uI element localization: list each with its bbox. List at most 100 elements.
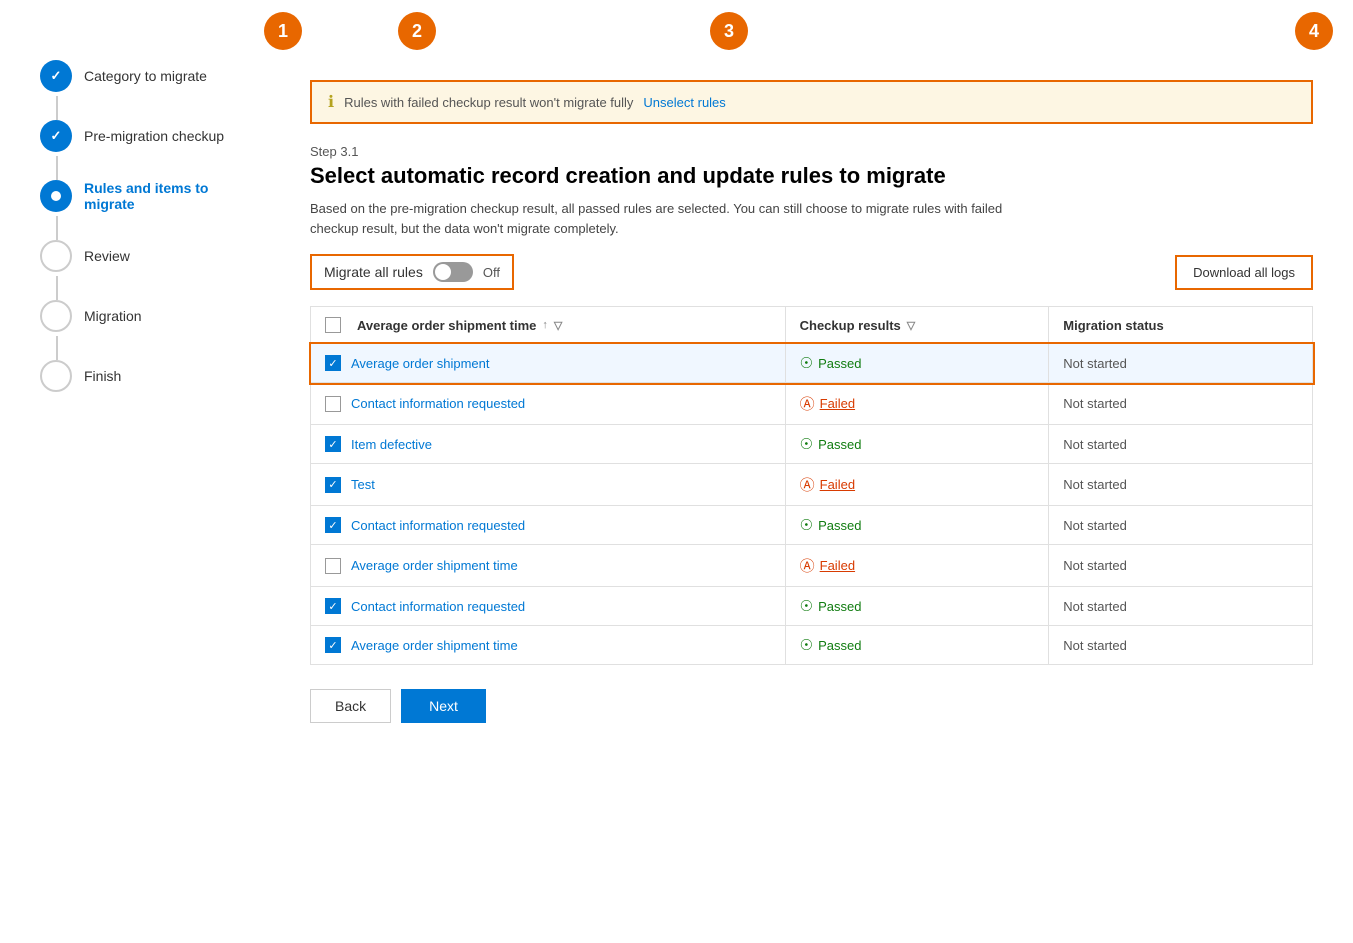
back-button[interactable]: Back [310, 689, 391, 723]
filter-icon-checkup[interactable]: ▽ [907, 319, 915, 332]
sidebar-step-rules[interactable]: Rules and items to migrate [40, 180, 250, 212]
step-circle-finish [40, 360, 72, 392]
table-row: ✓ Contact information requested ☉ Passed Not… [311, 587, 1313, 626]
failed-icon: Ⓐ [800, 393, 815, 414]
step-label-category: Category to migrate [84, 68, 207, 84]
rule-name-3[interactable]: Item defective [351, 437, 432, 452]
migration-status-3: Not started [1049, 425, 1313, 464]
info-icon: ℹ [328, 92, 334, 112]
unselect-rules-link[interactable]: Unselect rules [643, 95, 725, 110]
step-title: Select automatic record creation and upd… [310, 163, 1313, 189]
step-label-finish: Finish [84, 368, 121, 384]
passed-icon: ☉ [800, 636, 813, 654]
step-label-pre-migration: Pre-migration checkup [84, 128, 224, 144]
migration-status-8: Not started [1049, 626, 1313, 665]
callout-banner: ℹ Rules with failed checkup result won't… [310, 80, 1313, 124]
checkup-status-6: Ⓐ Failed [800, 555, 1035, 576]
checkup-status-2: Ⓐ Failed [800, 393, 1035, 414]
migrate-toggle-group: Migrate all rules Off [310, 254, 514, 290]
migration-status-1: Not started [1049, 344, 1313, 383]
step-label-migration: Migration [84, 308, 142, 324]
rule-name-1[interactable]: Average order shipment [351, 356, 490, 371]
migrate-all-label: Migrate all rules [324, 264, 423, 280]
migration-status-7: Not started [1049, 587, 1313, 626]
step-circle-pre-migration: ✓ [40, 120, 72, 152]
main-content: 1 2 3 4 ℹ Rules with failed checkup resu… [280, 0, 1353, 943]
rule-name-2[interactable]: Contact information requested [351, 396, 525, 411]
sidebar: ✓ Category to migrate ✓ Pre-migration check… [0, 0, 280, 943]
step-circle-category: ✓ [40, 60, 72, 92]
migration-status-6: Not started [1049, 545, 1313, 587]
row-checkbox-8[interactable]: ✓ [325, 637, 341, 653]
rule-name-6[interactable]: Average order shipment time [351, 558, 518, 573]
sidebar-step-category[interactable]: ✓ Category to migrate [40, 60, 250, 92]
row-checkbox-5[interactable]: ✓ [325, 517, 341, 533]
failed-link[interactable]: Failed [820, 477, 855, 492]
checkup-label: Passed [818, 638, 861, 653]
col-checkup-label: Checkup results [800, 318, 901, 333]
toggle-state-label: Off [483, 265, 500, 280]
sidebar-step-finish[interactable]: Finish [40, 360, 250, 392]
row-checkbox-2[interactable] [325, 396, 341, 412]
callout-number-1: 1 [264, 12, 302, 50]
step-circle-migration [40, 300, 72, 332]
migrate-toggle[interactable] [433, 262, 473, 282]
col-header-rule: Average order shipment time ↑ ▽ [311, 307, 786, 344]
checkup-status-3: ☉ Passed [800, 435, 1035, 453]
step-label-review: Review [84, 248, 130, 264]
failed-icon: Ⓐ [800, 555, 815, 576]
row-checkbox-4[interactable]: ✓ [325, 477, 341, 493]
rule-name-7[interactable]: Contact information requested [351, 599, 525, 614]
col-header-checkup: Checkup results ▽ [785, 307, 1049, 344]
step-header: Step 3.1 Select automatic record creatio… [310, 144, 1313, 238]
table-row: ✓ Average order shipment ☉Passed Not starte… [311, 344, 1313, 383]
step-number: Step 3.1 [310, 144, 1313, 159]
sidebar-step-review[interactable]: Review [40, 240, 250, 272]
migration-status-5: Not started [1049, 506, 1313, 545]
next-button[interactable]: Next [401, 689, 486, 723]
passed-icon: ☉ [800, 516, 813, 534]
rule-name-8[interactable]: Average order shipment time [351, 638, 518, 653]
table-row: ✓ Average order shipment time ☉ Passed Not s… [311, 626, 1313, 665]
step-circle-rules [40, 180, 72, 212]
row-checkbox-6[interactable] [325, 558, 341, 574]
row-checkbox-3[interactable]: ✓ [325, 436, 341, 452]
checkup-label: Passed [818, 599, 861, 614]
row-checkbox-1[interactable]: ✓ [325, 355, 341, 371]
migration-status-2: Not started [1049, 383, 1313, 425]
rule-name-5[interactable]: Contact information requested [351, 518, 525, 533]
callout-message: Rules with failed checkup result won't m… [344, 95, 633, 110]
callout-number-4: 4 [1295, 12, 1333, 50]
passed-icon: ☉ [800, 597, 813, 615]
callout-number-3: 3 [710, 12, 748, 50]
checkup-status-5: ☉ Passed [800, 516, 1035, 534]
footer-buttons: Back Next [310, 689, 1313, 723]
rule-name-4[interactable]: Test [351, 477, 375, 492]
table-row: ✓ Contact information requested ☉ Passed Not… [311, 506, 1313, 545]
checkup-status-1: ☉Passed [800, 354, 1035, 372]
sidebar-step-pre-migration[interactable]: ✓ Pre-migration checkup [40, 120, 250, 152]
sort-icon[interactable]: ↑ [542, 319, 548, 331]
sidebar-step-migration[interactable]: Migration [40, 300, 250, 332]
col-header-status: Migration status [1049, 307, 1313, 344]
checkup-status-4: ⒶFailed [800, 474, 1035, 495]
failed-link[interactable]: Failed [820, 396, 855, 411]
table-row: ✓ Item defective ☉ Passed Not started [311, 425, 1313, 464]
table-row: Average order shipment time Ⓐ Failed Not st… [311, 545, 1313, 587]
select-all-checkbox[interactable] [325, 317, 341, 333]
passed-icon: ☉ [800, 435, 813, 453]
checkup-label: Passed [818, 437, 861, 452]
checkup-label: Passed [818, 518, 861, 533]
rules-table: Average order shipment time ↑ ▽ Checkup … [310, 306, 1313, 665]
checkup-status-7: ☉ Passed [800, 597, 1035, 615]
row-checkbox-7[interactable]: ✓ [325, 598, 341, 614]
failed-link[interactable]: Failed [820, 558, 855, 573]
step-label-rules: Rules and items to migrate [84, 180, 250, 212]
step-circle-review [40, 240, 72, 272]
table-header-row: Average order shipment time ↑ ▽ Checkup … [311, 307, 1313, 344]
filter-icon-rule[interactable]: ▽ [554, 319, 562, 332]
callout-number-2: 2 [398, 12, 436, 50]
download-all-logs-button[interactable]: Download all logs [1175, 255, 1313, 290]
migration-status-4: Not started [1049, 464, 1313, 506]
table-row: Contact information requested Ⓐ Failed Not … [311, 383, 1313, 425]
